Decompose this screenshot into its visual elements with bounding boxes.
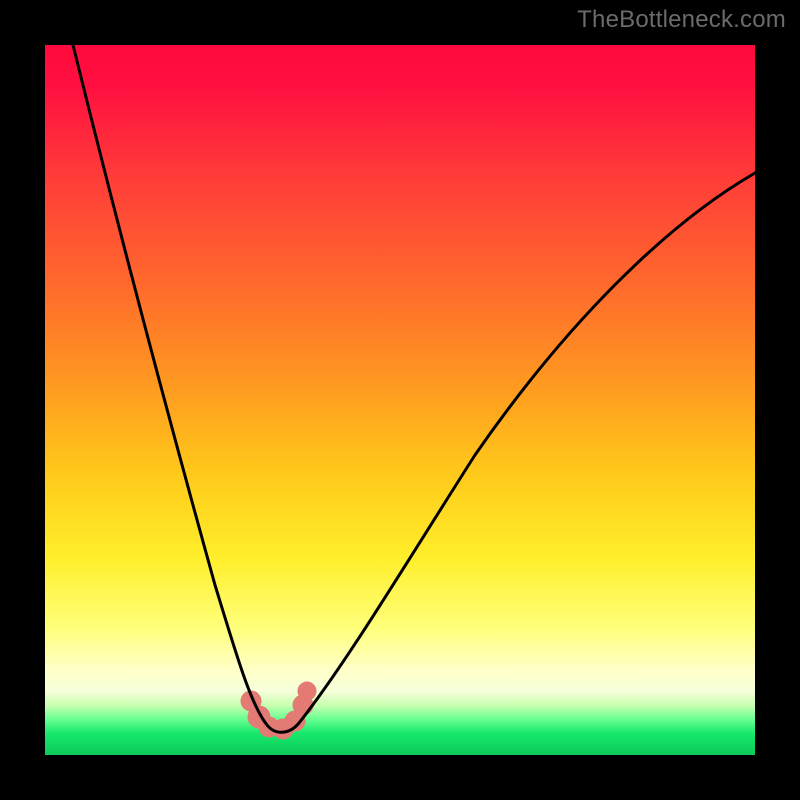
plot-area: [45, 45, 755, 755]
bottleneck-curve: [45, 45, 755, 755]
watermark-text: TheBottleneck.com: [577, 6, 786, 34]
curve-min-marker: [241, 682, 316, 739]
curve-path: [73, 45, 755, 732]
chart-frame: TheBottleneck.com: [0, 0, 800, 800]
